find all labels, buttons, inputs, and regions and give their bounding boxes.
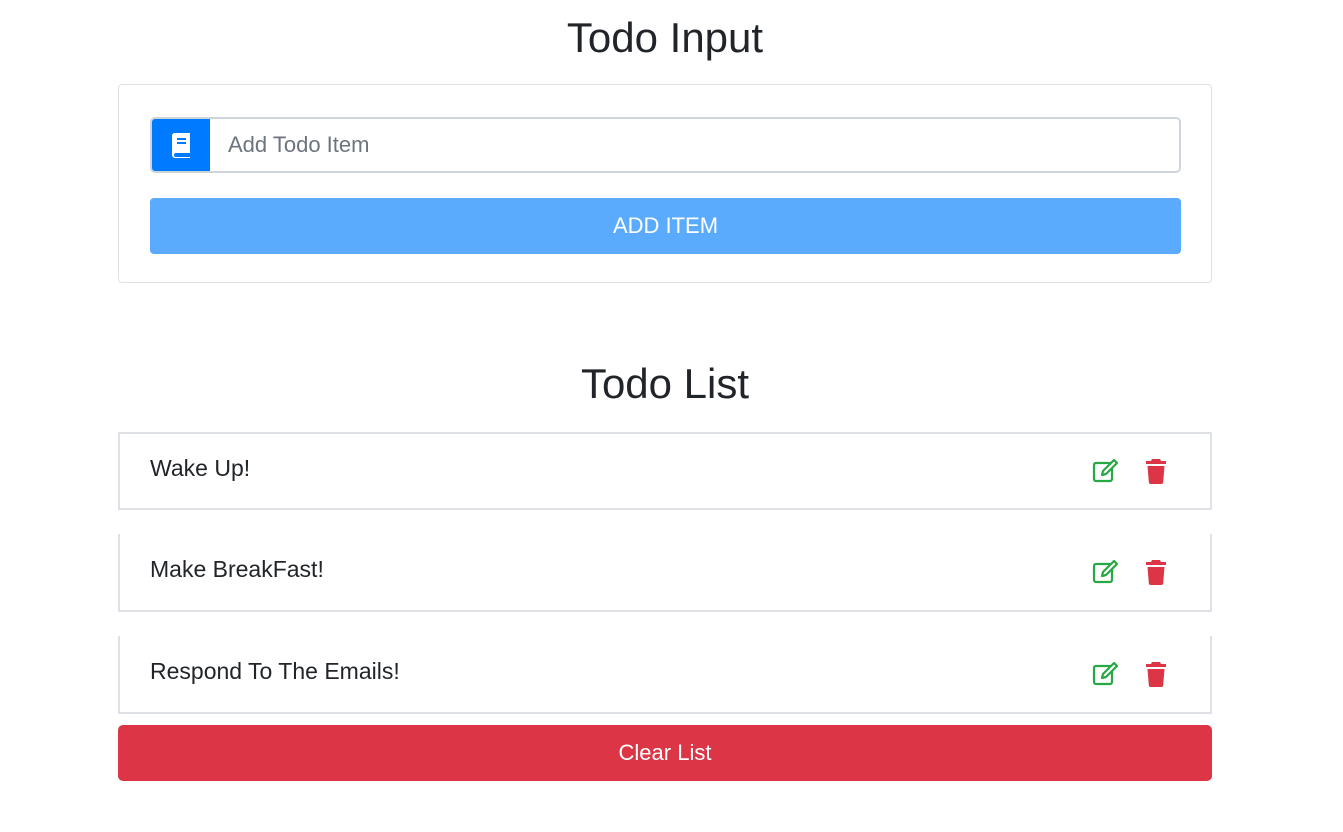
todo-item-actions [1092,660,1170,688]
todo-item-text: Respond To The Emails! [150,657,400,684]
todo-input-title: Todo Input [566,14,764,61]
trash-icon[interactable] [1142,457,1170,485]
edit-icon[interactable] [1092,660,1120,688]
trash-icon[interactable] [1142,660,1170,688]
edit-icon[interactable] [1092,457,1120,485]
todo-item-text: Wake Up! [150,454,251,481]
clear-list-button[interactable]: Clear List [118,725,1212,781]
todo-input-field[interactable] [210,119,1179,171]
list-item: Respond To The Emails! [118,636,1212,714]
todo-list-title: Todo List [580,360,750,407]
add-item-button[interactable]: Add Item [150,198,1181,254]
trash-icon[interactable] [1142,558,1170,586]
todo-item-actions [1092,457,1170,485]
todo-item-actions [1092,558,1170,586]
todo-input-group [150,117,1181,173]
book-icon [152,119,210,171]
todo-input-card: Add Item [118,84,1212,283]
edit-icon[interactable] [1092,558,1120,586]
todo-item-text: Make BreakFast! [150,555,324,582]
list-item: Wake Up! [118,432,1212,510]
list-item: Make BreakFast! [118,534,1212,612]
